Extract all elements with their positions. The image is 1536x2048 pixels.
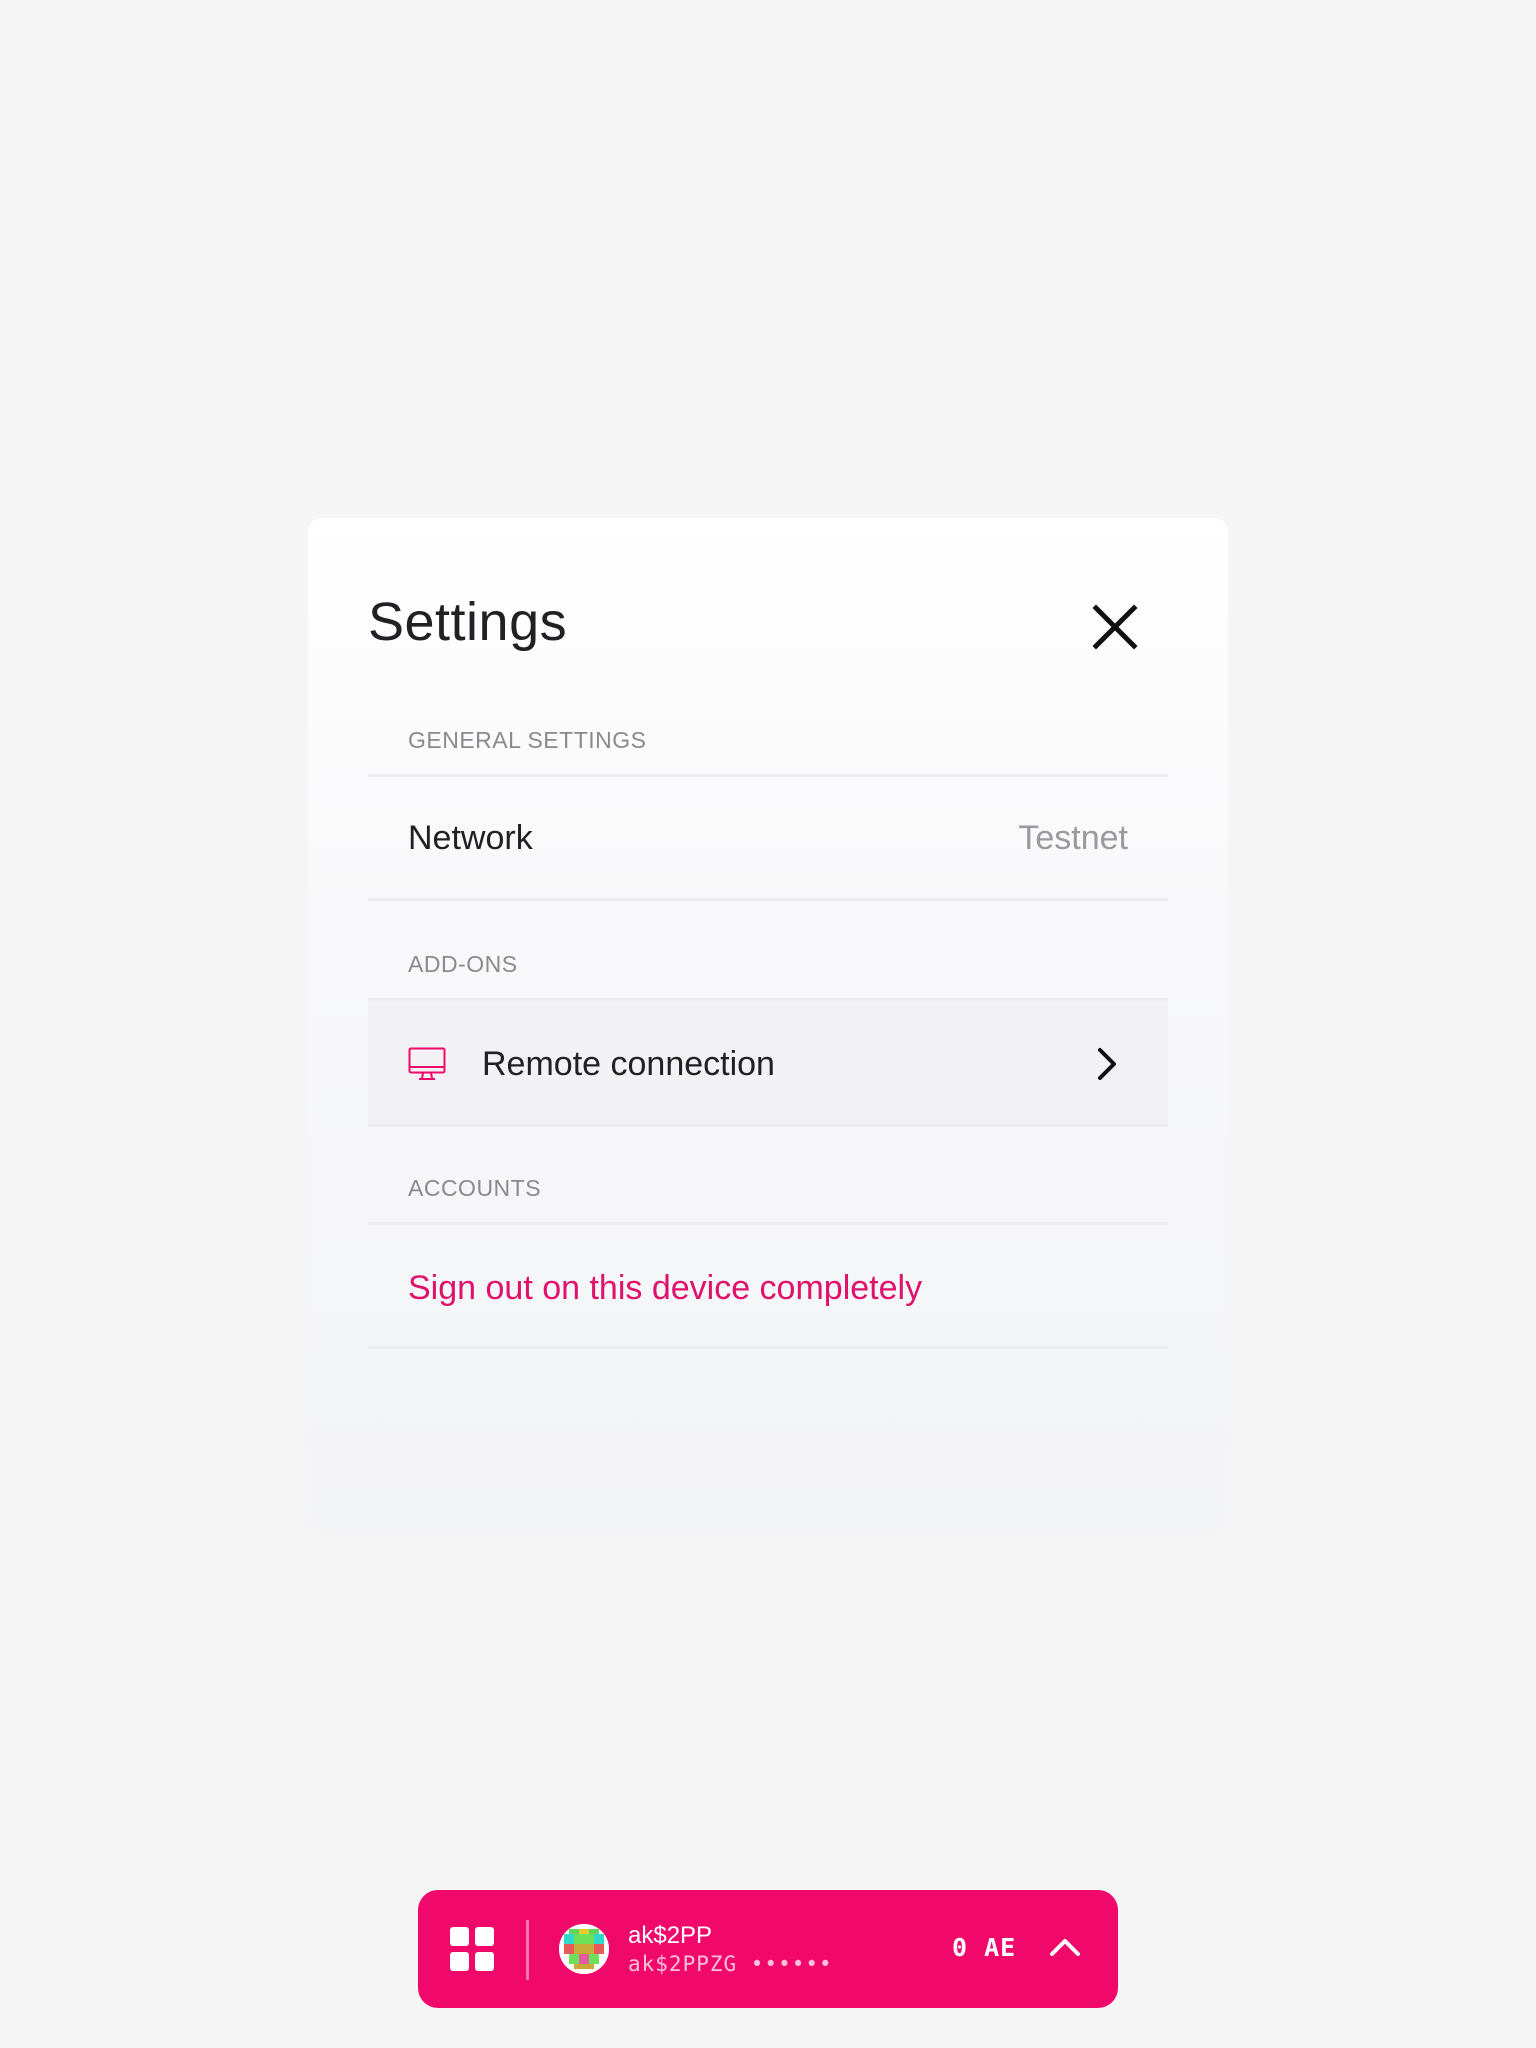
avatar[interactable] bbox=[559, 1924, 609, 1974]
identicon bbox=[559, 1924, 609, 1974]
close-icon bbox=[1092, 604, 1138, 650]
sign-out-link[interactable]: Sign out on this device completely bbox=[408, 1268, 922, 1308]
section-heading-addons: ADD-ONS bbox=[408, 951, 518, 977]
monitor-icon bbox=[408, 1047, 446, 1080]
account-balance: 0 AE bbox=[952, 1933, 1017, 1962]
account-address: ak$2PPZG •••••• bbox=[628, 1952, 833, 1976]
divider bbox=[368, 998, 1168, 1001]
section-heading-accounts: ACCOUNTS bbox=[408, 1175, 542, 1201]
sign-out-row[interactable]: Sign out on this device completely bbox=[368, 1226, 1168, 1350]
chevron-right-icon bbox=[1098, 1048, 1116, 1080]
expand-account-button[interactable] bbox=[1048, 1934, 1082, 1960]
bar-divider bbox=[526, 1920, 529, 1980]
divider bbox=[368, 898, 1168, 901]
divider bbox=[368, 1124, 1168, 1127]
grid-icon bbox=[450, 1927, 494, 1971]
close-button[interactable] bbox=[1086, 598, 1144, 656]
remote-connection-row[interactable]: Remote connection bbox=[368, 1002, 1168, 1126]
account-bar: ak$2PP ak$2PPZG •••••• 0 AE bbox=[418, 1890, 1118, 2008]
network-value: Testnet bbox=[1018, 819, 1128, 857]
section-heading-general: GENERAL SETTINGS bbox=[408, 727, 647, 753]
divider bbox=[368, 774, 1168, 777]
settings-modal: Settings GENERAL SETTINGS Network Testne… bbox=[308, 518, 1228, 1530]
divider bbox=[368, 1346, 1168, 1349]
account-name: ak$2PP bbox=[628, 1922, 713, 1949]
apps-menu-button[interactable] bbox=[450, 1927, 494, 1971]
network-label: Network bbox=[408, 819, 533, 857]
divider bbox=[368, 1222, 1168, 1225]
chevron-up-icon bbox=[1050, 1939, 1080, 1956]
remote-connection-label: Remote connection bbox=[482, 1045, 775, 1083]
network-row[interactable]: Network Testnet bbox=[368, 778, 1168, 902]
modal-title: Settings bbox=[368, 592, 568, 652]
